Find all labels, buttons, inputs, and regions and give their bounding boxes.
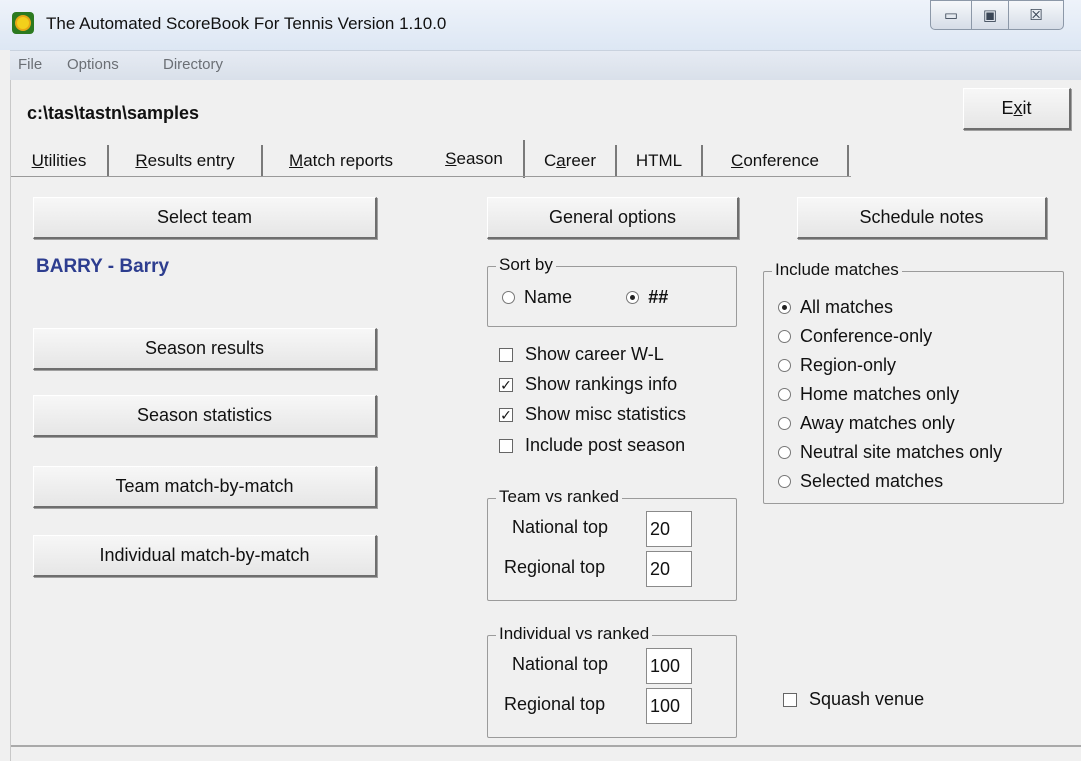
checkbox-checked-icon: ✓ — [499, 406, 513, 423]
individual-vs-ranked-group: Individual vs ranked National top Region… — [487, 624, 737, 738]
close-icon: ☒ — [1029, 7, 1043, 24]
season-results-button[interactable]: Season results — [33, 328, 377, 370]
show-misc-statistics-checkbox[interactable]: ✓ Show misc statistics — [499, 404, 686, 425]
individual-national-top-input[interactable] — [646, 648, 692, 684]
tab-html[interactable]: HTML — [617, 145, 703, 177]
radio-icon — [778, 359, 791, 372]
include-matches-group: Include matches All matches Conference-o… — [763, 260, 1064, 504]
individual-regional-top-input[interactable] — [646, 688, 692, 724]
include-conference-only-radio[interactable]: Conference-only — [778, 326, 932, 347]
checkbox-icon — [499, 438, 513, 453]
window-title: The Automated ScoreBook For Tennis Versi… — [46, 14, 447, 33]
minimize-icon: ▭ — [943, 7, 959, 24]
season-statistics-button[interactable]: Season statistics — [33, 395, 377, 437]
include-region-only-radio[interactable]: Region-only — [778, 355, 896, 376]
menu-file[interactable]: File — [18, 56, 42, 73]
include-selected-matches-radio[interactable]: Selected matches — [778, 471, 943, 492]
team-national-top-label: National top — [512, 517, 609, 537]
status-bar — [11, 745, 1081, 761]
include-away-matches-radio[interactable]: Away matches only — [778, 413, 955, 434]
select-team-button[interactable]: Select team — [33, 197, 377, 239]
tab-underline — [11, 176, 851, 177]
checkbox-icon — [499, 347, 513, 362]
close-button[interactable]: ☒ — [1008, 0, 1064, 30]
general-options-button[interactable]: General options — [487, 197, 739, 239]
title-bar: The Automated ScoreBook For Tennis Versi… — [0, 0, 1081, 50]
team-regional-top-input[interactable] — [646, 551, 692, 587]
individual-national-top-label: National top — [512, 654, 609, 674]
menu-options[interactable]: Options — [67, 56, 119, 73]
team-match-by-match-button[interactable]: Team match-by-match — [33, 466, 377, 508]
menu-bar: File Options Directory — [10, 50, 1081, 80]
main-panel: c:\tas\tastn\samples Exit Utilities Resu… — [10, 80, 1081, 761]
radio-icon — [778, 475, 791, 488]
include-post-season-checkbox[interactable]: Include post season — [499, 435, 685, 456]
radio-icon — [778, 388, 791, 401]
team-regional-top-label: Regional top — [504, 557, 606, 577]
tab-career[interactable]: Ca reer — [525, 145, 617, 177]
schedule-notes-button[interactable]: Schedule notes — [797, 197, 1047, 239]
tab-season[interactable]: Season — [425, 140, 525, 178]
include-neutral-site-radio[interactable]: Neutral site matches only — [778, 442, 1002, 463]
individual-regional-top-label: Regional top — [504, 694, 606, 714]
checkbox-checked-icon: ✓ — [499, 376, 513, 393]
radio-selected-icon — [626, 291, 639, 304]
team-name: BARRY - Barry — [36, 256, 170, 277]
directory-path: c:\tas\tastn\samples — [27, 103, 200, 123]
minimize-button[interactable]: ▭ — [930, 0, 972, 30]
individual-match-by-match-button[interactable]: Individual match-by-match — [33, 535, 377, 577]
include-matches-legend: Include matches — [772, 260, 902, 280]
individual-vs-ranked-legend: Individual vs ranked — [496, 624, 653, 644]
team-vs-ranked-group: Team vs ranked National top Regional top — [487, 487, 737, 601]
tab-utilities[interactable]: Utilities — [11, 145, 109, 177]
tab-match-reports[interactable]: Match reports — [263, 145, 419, 177]
sort-by-name-radio[interactable]: Name — [502, 287, 572, 308]
sort-by-legend: Sort by — [496, 255, 556, 275]
radio-icon — [778, 446, 791, 459]
app-window: The Automated ScoreBook For Tennis Versi… — [0, 0, 1081, 761]
sort-by-number-radio[interactable]: ## — [626, 287, 668, 308]
tab-results-entry[interactable]: Results entry — [109, 145, 263, 177]
include-home-matches-radio[interactable]: Home matches only — [778, 384, 959, 405]
menu-directory[interactable]: Directory — [163, 56, 223, 73]
radio-icon — [778, 417, 791, 430]
sort-by-group: Sort by Name ## — [487, 255, 737, 327]
radio-selected-icon — [778, 301, 791, 314]
checkbox-icon — [783, 692, 797, 707]
radio-icon — [778, 330, 791, 343]
exit-label: Exit — [1001, 98, 1032, 118]
maximize-button[interactable]: ▣ — [971, 0, 1009, 30]
tennis-ball-icon — [12, 12, 34, 34]
radio-icon — [502, 291, 515, 304]
show-career-wl-checkbox[interactable]: Show career W-L — [499, 344, 664, 365]
team-vs-ranked-legend: Team vs ranked — [496, 487, 622, 507]
squash-venue-checkbox[interactable]: Squash venue — [783, 689, 924, 710]
tab-conference[interactable]: Conference — [703, 145, 849, 177]
include-all-matches-radio[interactable]: All matches — [778, 297, 893, 318]
exit-button[interactable]: Exit — [963, 88, 1071, 130]
show-rankings-info-checkbox[interactable]: ✓ Show rankings info — [499, 374, 677, 395]
maximize-icon: ▣ — [982, 7, 998, 24]
team-national-top-input[interactable] — [646, 511, 692, 547]
